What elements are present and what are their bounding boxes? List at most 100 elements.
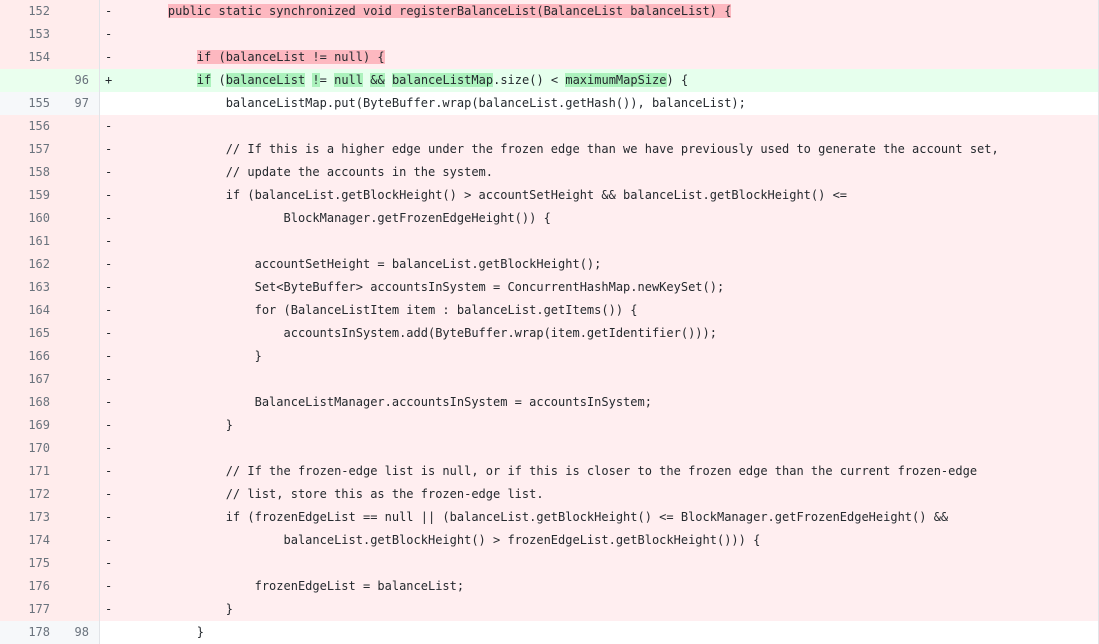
diff-line: 165 - accountsInSystem.add(ByteBuffer.wra… <box>0 322 1099 345</box>
line-number-new[interactable]: 98 <box>60 621 100 644</box>
diff-code-text: // If the frozen-edge list is null, or i… <box>139 464 977 478</box>
line-number-old[interactable] <box>0 69 60 92</box>
diff-code-cell[interactable]: - <box>99 368 1099 391</box>
line-number-new[interactable] <box>60 598 100 621</box>
line-number-new[interactable]: 96 <box>60 69 100 92</box>
diff-code-cell[interactable]: - // list, store this as the frozen-edge… <box>99 483 1099 506</box>
diff-code-cell[interactable]: - <box>99 437 1099 460</box>
line-number-old[interactable]: 157 <box>0 138 60 161</box>
line-number-old[interactable]: 164 <box>0 299 60 322</box>
diff-line: 153 - <box>0 23 1099 46</box>
diff-code-cell[interactable]: - accountSetHeight = balanceList.getBloc… <box>99 253 1099 276</box>
line-number-new[interactable] <box>60 138 100 161</box>
line-number-new[interactable] <box>60 345 100 368</box>
line-number-new[interactable] <box>60 437 100 460</box>
line-number-old[interactable]: 167 <box>0 368 60 391</box>
line-number-new[interactable] <box>60 207 100 230</box>
line-number-new[interactable] <box>60 161 100 184</box>
diff-marker: - <box>105 326 113 340</box>
diff-line: 173 - if (frozenEdgeList == null || (bala… <box>0 506 1099 529</box>
diff-code-cell[interactable]: } <box>99 621 1099 644</box>
diff-code-text: // If this is a higher edge under the fr… <box>139 142 999 156</box>
line-number-old[interactable]: 163 <box>0 276 60 299</box>
diff-code-cell[interactable]: - <box>99 115 1099 138</box>
line-number-old[interactable]: 178 <box>0 621 60 644</box>
line-number-old[interactable]: 166 <box>0 345 60 368</box>
diff-code-cell[interactable]: - accountsInSystem.add(ByteBuffer.wrap(i… <box>99 322 1099 345</box>
diff-code-cell[interactable]: - Set<ByteBuffer> accountsInSystem = Con… <box>99 276 1099 299</box>
line-number-new[interactable] <box>60 23 100 46</box>
diff-code-cell[interactable]: - // update the accounts in the system. <box>99 161 1099 184</box>
line-number-new[interactable] <box>60 230 100 253</box>
diff-code-cell[interactable]: - BlockManager.getFrozenEdgeHeight()) { <box>99 207 1099 230</box>
line-number-old[interactable]: 168 <box>0 391 60 414</box>
diff-marker: - <box>105 257 113 271</box>
diff-code-cell[interactable]: - for (BalanceListItem item : balanceLis… <box>99 299 1099 322</box>
line-number-new[interactable] <box>60 483 100 506</box>
line-number-old[interactable]: 153 <box>0 23 60 46</box>
diff-code-segment <box>385 73 392 87</box>
diff-marker: - <box>105 441 113 455</box>
line-number-old[interactable]: 170 <box>0 437 60 460</box>
diff-code-cell[interactable]: - if (balanceList.getBlockHeight() > acc… <box>99 184 1099 207</box>
line-number-new[interactable] <box>60 391 100 414</box>
diff-code-cell[interactable]: - if (balanceList != null) { <box>99 46 1099 69</box>
line-number-new[interactable] <box>60 276 100 299</box>
line-number-new[interactable] <box>60 414 100 437</box>
diff-marker: - <box>105 464 113 478</box>
diff-marker: - <box>105 510 113 524</box>
diff-code-cell[interactable]: - BalanceListManager.accountsInSystem = … <box>99 391 1099 414</box>
line-number-new[interactable] <box>60 575 100 598</box>
line-number-old[interactable]: 169 <box>0 414 60 437</box>
line-number-old[interactable]: 161 <box>0 230 60 253</box>
line-number-old[interactable]: 165 <box>0 322 60 345</box>
diff-code-cell[interactable]: - balanceList.getBlockHeight() > frozenE… <box>99 529 1099 552</box>
diff-code-cell[interactable]: balanceListMap.put(ByteBuffer.wrap(balan… <box>99 92 1099 115</box>
line-number-old[interactable]: 160 <box>0 207 60 230</box>
line-number-old[interactable]: 176 <box>0 575 60 598</box>
diff-table: 152 - public static synchronized void reg… <box>0 0 1099 644</box>
line-number-old[interactable]: 158 <box>0 161 60 184</box>
diff-line: 169 - } <box>0 414 1099 437</box>
line-number-old[interactable]: 155 <box>0 92 60 115</box>
line-number-new[interactable]: 97 <box>60 92 100 115</box>
line-number-old[interactable]: 156 <box>0 115 60 138</box>
line-number-new[interactable] <box>60 299 100 322</box>
line-number-old[interactable]: 171 <box>0 460 60 483</box>
line-number-old[interactable]: 172 <box>0 483 60 506</box>
line-number-new[interactable] <box>60 253 100 276</box>
line-number-new[interactable] <box>60 368 100 391</box>
diff-code-cell[interactable]: - public static synchronized void regist… <box>99 0 1099 23</box>
line-number-old[interactable]: 154 <box>0 46 60 69</box>
line-number-new[interactable] <box>60 460 100 483</box>
diff-marker: - <box>105 188 113 202</box>
line-number-new[interactable] <box>60 46 100 69</box>
diff-code-cell[interactable]: - if (frozenEdgeList == null || (balance… <box>99 506 1099 529</box>
line-number-old[interactable]: 162 <box>0 253 60 276</box>
line-number-old[interactable]: 175 <box>0 552 60 575</box>
diff-code-cell[interactable]: - <box>99 552 1099 575</box>
line-number-new[interactable] <box>60 0 100 23</box>
line-number-old[interactable]: 152 <box>0 0 60 23</box>
line-number-old[interactable]: 173 <box>0 506 60 529</box>
diff-code-cell[interactable]: - // If the frozen-edge list is null, or… <box>99 460 1099 483</box>
diff-code-cell[interactable]: - // If this is a higher edge under the … <box>99 138 1099 161</box>
diff-code-cell[interactable]: - } <box>99 598 1099 621</box>
diff-code-cell[interactable]: - <box>99 230 1099 253</box>
diff-code-cell[interactable]: - frozenEdgeList = balanceList; <box>99 575 1099 598</box>
diff-code-cell[interactable]: - <box>99 23 1099 46</box>
line-number-old[interactable]: 177 <box>0 598 60 621</box>
diff-code-cell[interactable]: - } <box>99 345 1099 368</box>
diff-code-cell[interactable]: + if (balanceList != null && balanceList… <box>99 69 1099 92</box>
diff-code-cell[interactable]: - } <box>99 414 1099 437</box>
line-number-new[interactable] <box>60 529 100 552</box>
line-number-old[interactable]: 159 <box>0 184 60 207</box>
line-number-new[interactable] <box>60 506 100 529</box>
diff-marker: - <box>105 27 113 41</box>
line-number-new[interactable] <box>60 184 100 207</box>
diff-line: 161 - <box>0 230 1099 253</box>
line-number-old[interactable]: 174 <box>0 529 60 552</box>
line-number-new[interactable] <box>60 115 100 138</box>
line-number-new[interactable] <box>60 552 100 575</box>
line-number-new[interactable] <box>60 322 100 345</box>
